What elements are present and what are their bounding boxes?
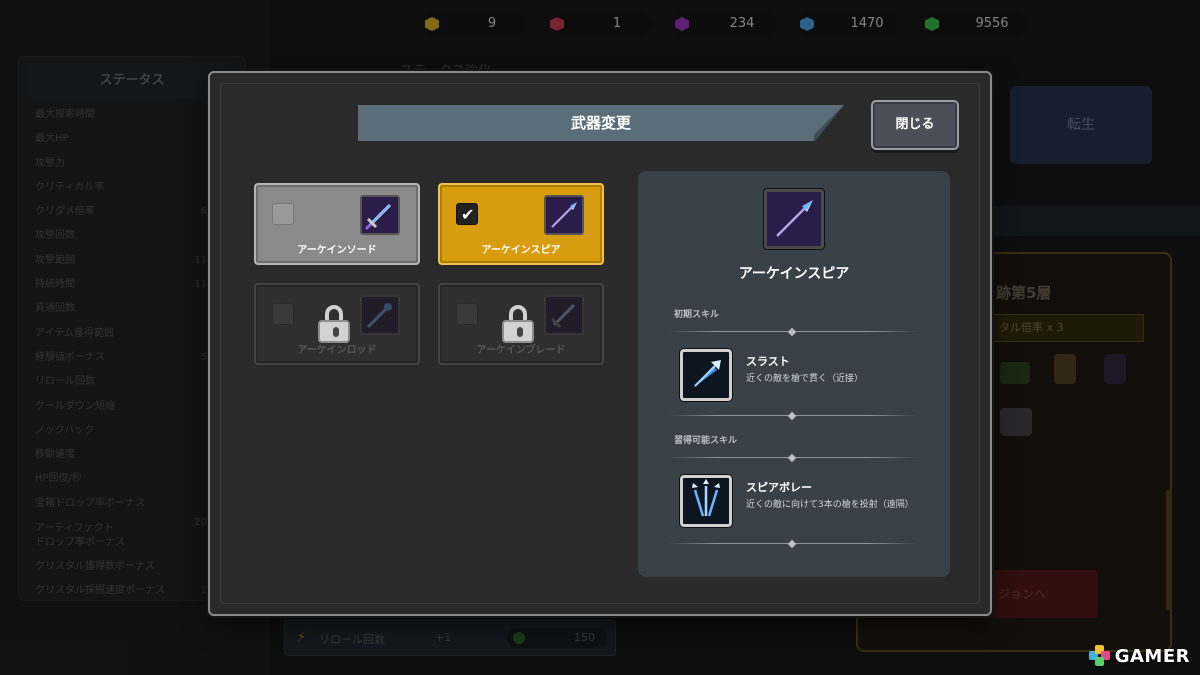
watermark-text: GAMER: [1114, 645, 1190, 667]
spear-icon: [544, 195, 584, 235]
weapon-card-rod-locked[interactable]: アーケインロッド: [254, 283, 420, 365]
lock-icon: [502, 305, 534, 343]
weapon-name: アーケインブレード: [476, 345, 566, 356]
weapon-checkbox-disabled: [456, 303, 478, 325]
weapon-checkbox-checked[interactable]: ✔: [456, 203, 478, 225]
selected-weapon-name: アーケインスピア: [738, 266, 850, 282]
spear-volley-skill-name: スピアボレー: [746, 481, 812, 494]
close-button[interactable]: 閉じる: [871, 100, 959, 150]
spear-volley-skill-description: 近くの敵に向けて3本の槍を投射（遠隔）: [746, 500, 914, 510]
checkmark-icon: ✔: [461, 205, 475, 224]
thrust-skill-description: 近くの敵を槍で貫く（近接）: [746, 374, 864, 384]
gamer-watermark: GAMER: [1088, 645, 1190, 667]
initial-skill-header: 初期スキル: [674, 310, 720, 320]
divider: [668, 541, 918, 547]
weapon-card-sword[interactable]: アーケインソード: [254, 183, 420, 265]
gamer-logo-icon: [1088, 645, 1111, 667]
selected-spear-icon: [764, 189, 824, 249]
weapon-name: アーケインロッド: [297, 345, 377, 356]
weapon-card-blade-locked[interactable]: アーケインブレード: [438, 283, 604, 365]
thrust-skill-icon: [680, 349, 732, 401]
sword-icon: [360, 195, 400, 235]
weapon-detail-panel: アーケインスピア 初期スキル スラスト 近くの敵を槍で貫く（近接） 習得可能スキ…: [638, 171, 950, 577]
weapon-checkbox[interactable]: [272, 203, 294, 225]
weapon-card-spear[interactable]: ✔ アーケインスピア: [438, 183, 604, 265]
rod-icon: [360, 295, 400, 335]
weapon-checkbox-disabled: [272, 303, 294, 325]
spear-volley-skill-icon: [680, 475, 732, 527]
thrust-skill-name: スラスト: [746, 355, 790, 368]
lock-icon: [318, 305, 350, 343]
learnable-skill-header: 習得可能スキル: [674, 436, 738, 446]
divider: [668, 455, 918, 461]
divider: [668, 413, 918, 419]
weapon-change-dialog: 武器変更 閉じる アーケインソード ✔ アーケインスピア アーケインロッド アー…: [208, 71, 992, 616]
dialog-title: 武器変更: [570, 114, 631, 132]
blade-icon: [544, 295, 584, 335]
weapon-name: アーケインソード: [297, 245, 377, 256]
divider: [668, 329, 918, 335]
weapon-name: アーケインスピア: [481, 245, 561, 256]
